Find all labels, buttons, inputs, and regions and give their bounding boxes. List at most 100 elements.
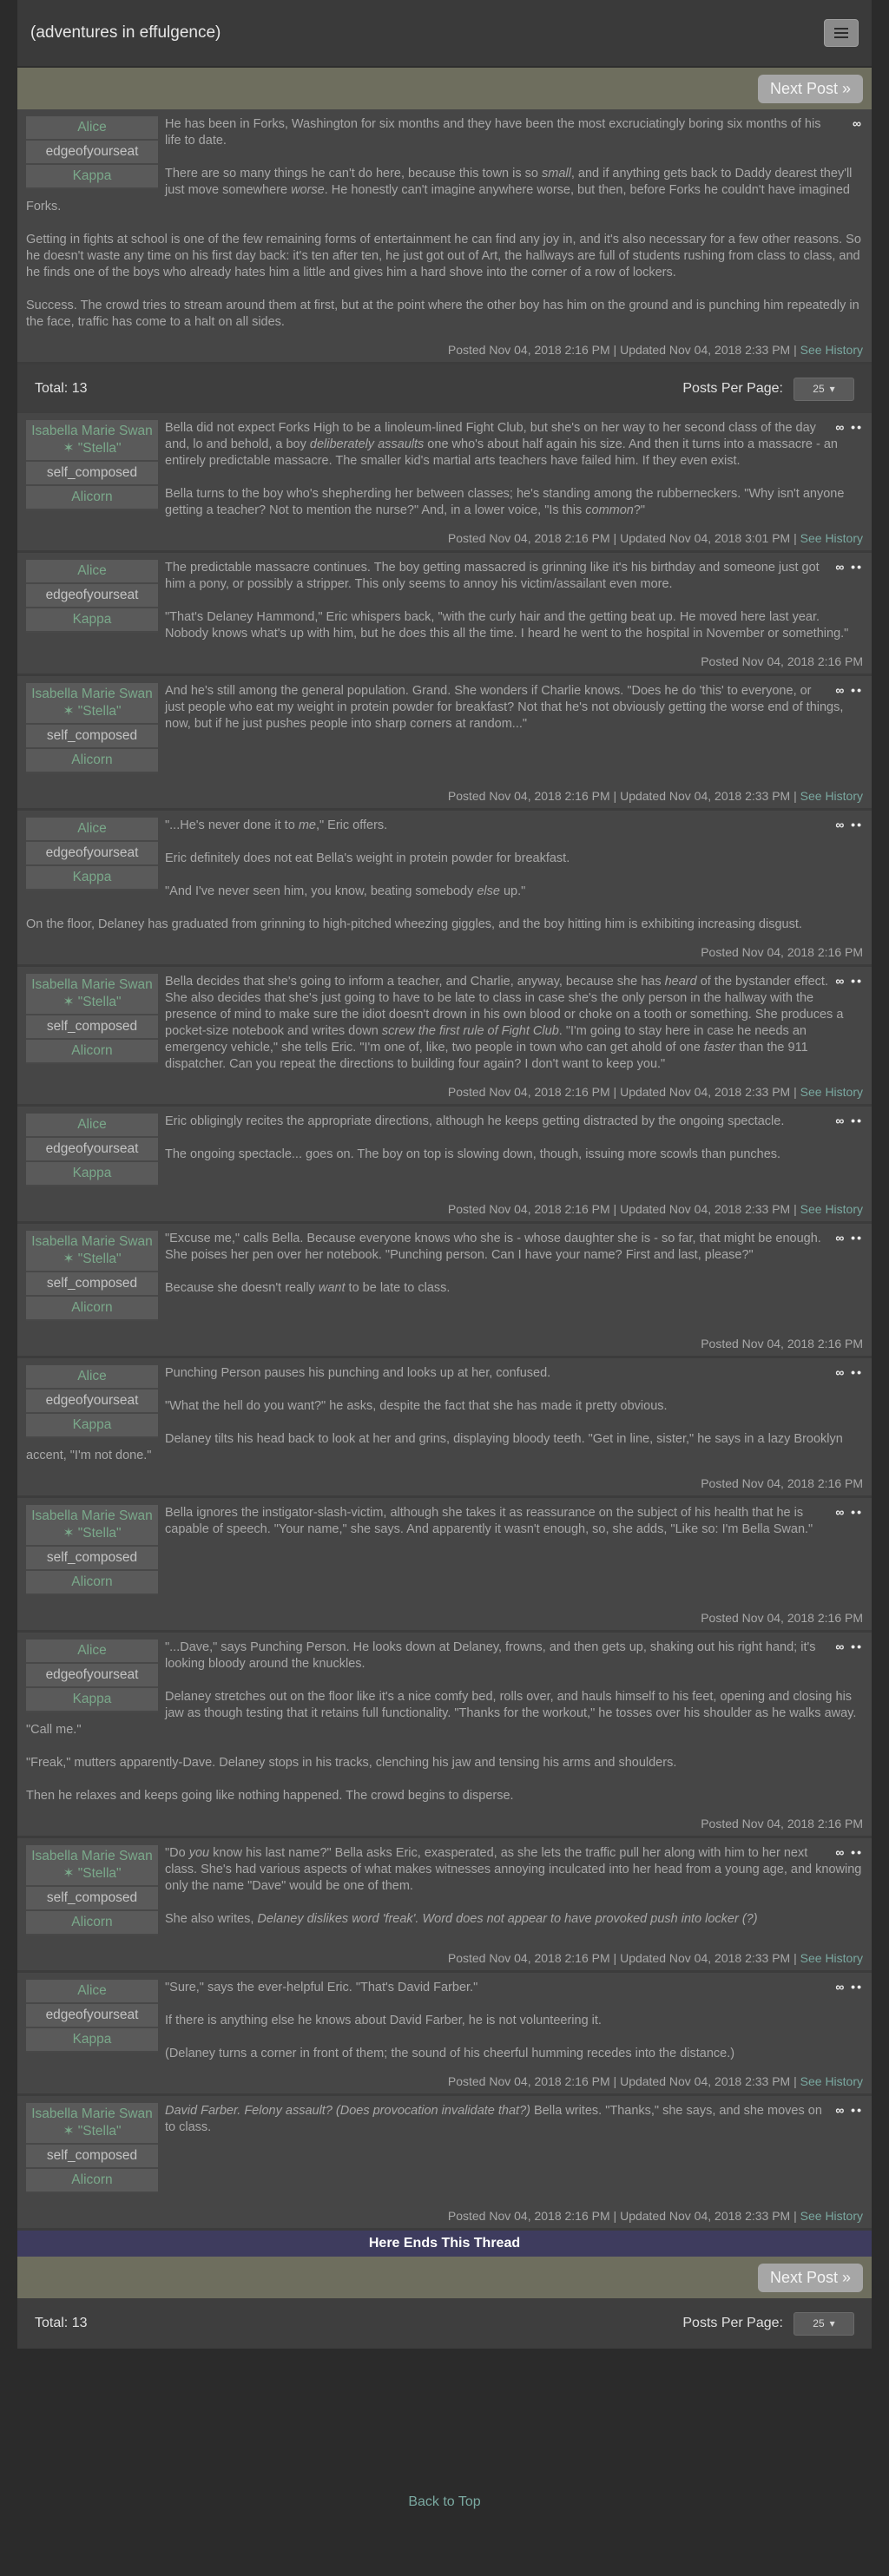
character-name[interactable]: Isabella Marie Swan ✶ "Stella" — [26, 2103, 158, 2145]
site-title[interactable]: (adventures in effulgence) — [30, 23, 221, 43]
screen-name[interactable]: Kappa — [26, 2028, 158, 2053]
screen-name[interactable]: Kappa — [26, 608, 158, 633]
post-timestamps: Posted Nov 04, 2018 2:16 PM | Updated No… — [26, 1939, 863, 1970]
screen-name[interactable]: Alicorn — [26, 1040, 158, 1064]
post-action-icons[interactable]: ∞ — [833, 116, 863, 130]
character-name[interactable]: Alice — [26, 1640, 158, 1664]
see-history-link[interactable]: See History — [800, 789, 863, 803]
updated-time: Updated Nov 04, 2018 2:33 PM — [620, 1951, 791, 1965]
user-box: Isabella Marie Swan ✶ "Stella" self_compo… — [26, 1231, 158, 1321]
user-box: Alice edgeofyourseat Kappa — [26, 1365, 158, 1438]
see-history-link[interactable]: See History — [800, 531, 863, 545]
post-action-icons[interactable]: ∞ •• — [833, 1980, 863, 1994]
post-action-icons[interactable]: ∞ •• — [833, 1505, 863, 1519]
posted-time: Posted Nov 04, 2018 2:16 PM — [447, 1951, 610, 1965]
screen-name[interactable]: Kappa — [26, 1688, 158, 1712]
author-name[interactable]: edgeofyourseat — [26, 2004, 158, 2028]
author-name[interactable]: self_composed — [26, 2145, 158, 2169]
separator: | — [790, 2074, 800, 2088]
see-history-link[interactable]: See History — [800, 2074, 863, 2088]
post-timestamps: Posted Nov 04, 2018 2:16 PM — [26, 1804, 863, 1836]
post-timestamps: Posted Nov 04, 2018 2:16 PM | Updated No… — [26, 2197, 863, 2228]
post-action-icons[interactable]: ∞ •• — [833, 683, 863, 697]
posted-time: Posted Nov 04, 2018 2:16 PM — [701, 1611, 863, 1625]
next-post-button-bottom[interactable]: Next Post » — [757, 2263, 863, 2292]
screen-name[interactable]: Alicorn — [26, 486, 158, 510]
character-name[interactable]: Isabella Marie Swan ✶ "Stella" — [26, 974, 158, 1015]
screen-name[interactable]: Alicorn — [26, 1911, 158, 1935]
see-history-link[interactable]: See History — [800, 2209, 863, 2223]
post-action-icons[interactable]: ∞ •• — [833, 1231, 863, 1245]
posted-time: Posted Nov 04, 2018 2:16 PM — [701, 1476, 863, 1490]
screen-name[interactable]: Alicorn — [26, 749, 158, 773]
post-action-icons[interactable]: ∞ •• — [833, 1845, 863, 1859]
next-post-button[interactable]: Next Post » — [757, 74, 863, 103]
author-name[interactable]: edgeofyourseat — [26, 1138, 158, 1162]
post-timestamps: Posted Nov 04, 2018 2:16 PM — [26, 1599, 863, 1630]
character-name[interactable]: Isabella Marie Swan ✶ "Stella" — [26, 1231, 158, 1272]
per-page-label: Posts Per Page: — [682, 381, 783, 396]
character-name[interactable]: Isabella Marie Swan ✶ "Stella" — [26, 1505, 158, 1547]
see-history-link[interactable]: See History — [800, 343, 863, 357]
post-action-icons[interactable]: ∞ •• — [833, 560, 863, 574]
author-name[interactable]: edgeofyourseat — [26, 584, 158, 608]
author-name[interactable]: edgeofyourseat — [26, 842, 158, 866]
post: Alice edgeofyourseat Kappa ∞ •• Eric obligin… — [17, 1107, 872, 1224]
post-action-icons[interactable]: ∞ •• — [833, 2103, 863, 2117]
character-name[interactable]: Alice — [26, 1114, 158, 1138]
author-name[interactable]: edgeofyourseat — [26, 141, 158, 165]
screen-name[interactable]: Kappa — [26, 1414, 158, 1438]
post-action-icons[interactable]: ∞ •• — [833, 1114, 863, 1127]
post-timestamps: Posted Nov 04, 2018 2:16 PM — [26, 642, 863, 674]
character-name[interactable]: Isabella Marie Swan ✶ "Stella" — [26, 1845, 158, 1887]
screen-name[interactable]: Kappa — [26, 866, 158, 890]
author-name[interactable]: self_composed — [26, 1887, 158, 1911]
back-to-top-link[interactable]: Back to Top — [0, 2494, 889, 2510]
author-name[interactable]: self_composed — [26, 725, 158, 749]
hamburger-icon[interactable] — [824, 19, 859, 47]
user-box: Isabella Marie Swan ✶ "Stella" self_compo… — [26, 974, 158, 1064]
post-action-icons[interactable]: ∞ •• — [833, 1640, 863, 1653]
character-name[interactable]: Isabella Marie Swan ✶ "Stella" — [26, 683, 158, 725]
post-action-icons[interactable]: ∞ •• — [833, 1365, 863, 1379]
posted-time: Posted Nov 04, 2018 2:16 PM — [447, 1202, 610, 1216]
per-page-select-bottom[interactable]: 25 ▾ — [794, 2311, 854, 2336]
character-name[interactable]: Alice — [26, 1365, 158, 1390]
post-action-icons[interactable]: ∞ •• — [833, 818, 863, 831]
character-name[interactable]: Alice — [26, 1980, 158, 2004]
pagination-bar-bottom: Total: 13 Posts Per Page: 25 ▾ — [17, 2298, 872, 2349]
see-history-link[interactable]: See History — [800, 1951, 863, 1965]
post-timestamps: Posted Nov 04, 2018 2:16 PM | Updated No… — [26, 777, 863, 808]
screen-name[interactable]: Alicorn — [26, 1297, 158, 1321]
separator: | — [790, 2209, 800, 2223]
post-timestamps: Posted Nov 04, 2018 2:16 PM | Updated No… — [26, 1073, 863, 1104]
screen-name[interactable]: Kappa — [26, 165, 158, 189]
post-action-icons[interactable]: ∞ •• — [833, 420, 863, 434]
screen-name[interactable]: Kappa — [26, 1162, 158, 1186]
user-box: Alice edgeofyourseat Kappa — [26, 818, 158, 890]
site-header: (adventures in effulgence) — [17, 0, 872, 68]
user-box: Isabella Marie Swan ✶ "Stella" self_compo… — [26, 1845, 158, 1935]
post: Isabella Marie Swan ✶ "Stella" self_compo… — [17, 413, 872, 553]
author-name[interactable]: edgeofyourseat — [26, 1390, 158, 1414]
character-name[interactable]: Alice — [26, 116, 158, 141]
screen-name[interactable]: Alicorn — [26, 1571, 158, 1595]
post-timestamps: Posted Nov 04, 2018 2:16 PM — [26, 1464, 863, 1495]
screen-name[interactable]: Alicorn — [26, 2169, 158, 2193]
post: Alice edgeofyourseat Kappa ∞ •• "...Dave," s… — [17, 1633, 872, 1838]
see-history-link[interactable]: See History — [800, 1202, 863, 1216]
character-name[interactable]: Alice — [26, 560, 158, 584]
thread-container: (adventures in effulgence) Next Post » A… — [17, 0, 872, 2349]
author-name[interactable]: edgeofyourseat — [26, 1664, 158, 1688]
posted-time: Posted Nov 04, 2018 2:16 PM — [701, 1817, 863, 1830]
author-name[interactable]: self_composed — [26, 1547, 158, 1571]
per-page-select[interactable]: 25 ▾ — [794, 377, 854, 401]
author-name[interactable]: self_composed — [26, 1272, 158, 1297]
character-name[interactable]: Isabella Marie Swan ✶ "Stella" — [26, 420, 158, 462]
author-name[interactable]: self_composed — [26, 1015, 158, 1040]
author-name[interactable]: self_composed — [26, 462, 158, 486]
post-action-icons[interactable]: ∞ •• — [833, 974, 863, 988]
posted-time: Posted Nov 04, 2018 2:16 PM — [447, 2074, 610, 2088]
see-history-link[interactable]: See History — [800, 1085, 863, 1099]
character-name[interactable]: Alice — [26, 818, 158, 842]
